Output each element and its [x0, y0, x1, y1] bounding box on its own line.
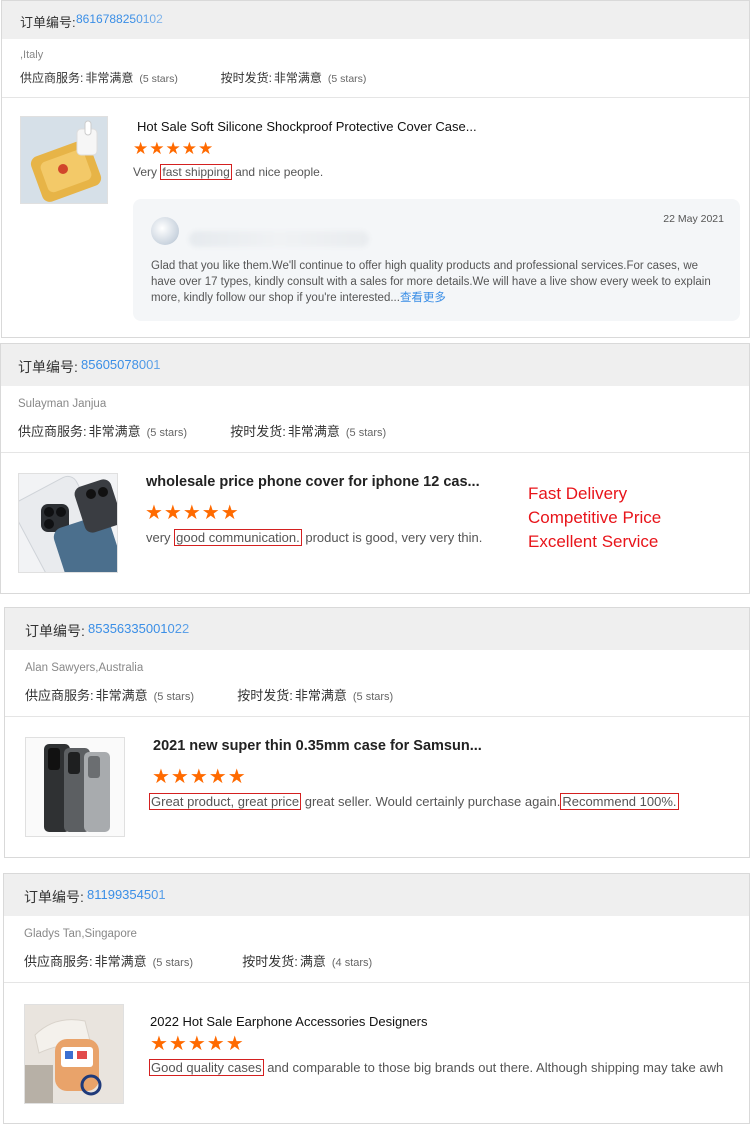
order-header: 订单编号: 8616788250102: [2, 1, 749, 39]
supplier-rating: 非常满意: [88, 424, 141, 439]
reply-text: Glad that you like them.We'll continue t…: [151, 258, 723, 306]
product-title[interactable]: 2022 Hot Sale Earphone Accessories Desig…: [150, 1014, 428, 1029]
supplier-service-label: 供应商服务:: [25, 688, 94, 703]
review-highlight: Great product, great price: [149, 793, 302, 810]
review-text: Good quality cases and comparable to tho…: [149, 1059, 724, 1076]
star-rating: ★★★★★: [150, 1033, 245, 1055]
review-card-3: 订单编号: 85356335001022 Alan Sawyers,Austra…: [4, 607, 750, 858]
review-text-part: and nice people.: [231, 165, 324, 179]
star-rating: ★★★★★: [152, 766, 247, 788]
order-label: 订单编号:: [20, 15, 76, 30]
product-thumbnail[interactable]: [24, 1004, 124, 1104]
buyer-name: ,Italy: [20, 49, 44, 61]
review-text-part: great seller. Would certainly purchase a…: [301, 794, 561, 809]
promo-line-3: Excellent Service: [528, 532, 659, 551]
on-time-label: 按时发货:: [242, 954, 298, 969]
product-thumbnail[interactable]: [20, 116, 108, 204]
product-title[interactable]: 2021 new super thin 0.35mm case for Sams…: [153, 738, 482, 754]
promo-line-2: Competitive Price: [528, 508, 662, 527]
supplier-rating: 非常满意: [94, 954, 147, 969]
review-card-1: 订单编号: 8616788250102 ,Italy 供应商服务: 非常满意 (5 …: [1, 0, 750, 338]
supplier-stars: (5 stars): [146, 427, 187, 439]
review-text-part: product is good, very very thin.: [301, 530, 483, 545]
shipping-stars: (5 stars): [327, 73, 367, 85]
seller-avatar: [151, 217, 179, 245]
shipping-rating: 非常满意: [287, 424, 340, 439]
star-rating: ★★★★★: [145, 502, 240, 524]
airpods-case-image: [21, 117, 107, 203]
review-text-part: Very: [133, 165, 161, 179]
shipping-rating: 非常满意: [273, 71, 322, 85]
supplier-stars: (5 stars): [139, 73, 178, 85]
order-label: 订单编号:: [24, 889, 84, 905]
product-thumbnail[interactable]: [18, 473, 118, 573]
seller-ratings: 供应商服务: 非常满意 (5 stars) 按时发货: 非常满意 (5 stars): [20, 69, 366, 86]
on-time-label: 按时发货:: [230, 424, 286, 439]
order-number-blur: [165, 608, 265, 650]
product-thumbnail[interactable]: [25, 737, 125, 837]
order-header: 订单编号: 81199354501: [4, 874, 749, 916]
shipping-rating: 满意: [299, 954, 326, 969]
shipping-stars: (5 stars): [345, 427, 387, 439]
order-label: 订单编号:: [18, 359, 78, 375]
review-text: Very fast shipping and nice people.: [133, 164, 324, 180]
reply-date: 22 May 2021: [663, 213, 724, 225]
supplier-service-label: 供应商服务:: [20, 71, 84, 85]
review-card-2: 订单编号: 85605078001 Sulayman Janjua 供应商服务:…: [0, 343, 750, 594]
seller-ratings: 供应商服务: 非常满意 (5 stars) 按时发货: 满意 (4 stars): [24, 951, 372, 970]
shipping-stars: (4 stars): [331, 957, 373, 969]
supplier-service-label: 供应商服务:: [18, 424, 87, 439]
order-number-blur: [132, 1, 202, 39]
promo-line-1: Fast Delivery: [528, 484, 628, 503]
review-card-4: 订单编号: 81199354501 Gladys Tan,Singapore 供…: [3, 873, 750, 1124]
divider: [2, 97, 749, 98]
phone-case-image: [19, 474, 117, 572]
divider: [1, 452, 749, 453]
shipping-stars: (5 stars): [352, 691, 394, 703]
product-title[interactable]: wholesale price phone cover for iphone 1…: [146, 474, 480, 490]
see-more-link[interactable]: 查看更多: [400, 292, 446, 304]
order-number-blur: [144, 874, 244, 916]
samsung-case-image: [26, 738, 124, 836]
seller-ratings: 供应商服务: 非常满意 (5 stars) 按时发货: 非常满意 (5 stars): [18, 421, 386, 440]
earphone-case-image: [25, 1005, 123, 1103]
seller-reply: 22 May 2021 Glad that you like them.We'l…: [133, 199, 740, 321]
promo-text: Fast Delivery Competitive Price Excellen…: [528, 482, 661, 554]
buyer-name: Alan Sawyers,Australia: [25, 662, 144, 674]
order-header: 订单编号: 85605078001: [1, 344, 749, 386]
buyer-name: Sulayman Janjua: [18, 398, 107, 410]
supplier-rating: 非常满意: [95, 688, 148, 703]
supplier-service-label: 供应商服务:: [24, 954, 93, 969]
supplier-stars: (5 stars): [153, 691, 194, 703]
on-time-label: 按时发货:: [220, 71, 272, 85]
review-text-part: very: [146, 530, 175, 545]
review-text: Great product, great price great seller.…: [149, 793, 679, 810]
review-highlight: fast shipping: [160, 164, 232, 180]
review-highlight: good communication.: [174, 529, 302, 546]
order-header: 订单编号: 85356335001022: [5, 608, 749, 650]
supplier-rating: 非常满意: [85, 71, 134, 85]
buyer-name: Gladys Tan,Singapore: [24, 928, 137, 940]
supplier-stars: (5 stars): [152, 957, 193, 969]
review-highlight-2: Recommend 100%.: [560, 793, 679, 810]
review-text: very good communication. product is good…: [146, 529, 483, 546]
review-highlight: Good quality cases: [149, 1059, 264, 1076]
seller-name-blurred: [189, 231, 369, 247]
divider: [5, 716, 749, 717]
divider: [4, 982, 749, 983]
order-number-blur: [131, 344, 241, 386]
order-label: 订单编号:: [25, 623, 85, 639]
shipping-rating: 非常满意: [294, 688, 347, 703]
product-title[interactable]: Hot Sale Soft Silicone Shockproof Protec…: [137, 119, 477, 134]
on-time-label: 按时发货:: [237, 688, 293, 703]
seller-ratings: 供应商服务: 非常满意 (5 stars) 按时发货: 非常满意 (5 stars): [25, 685, 393, 704]
star-rating: ★★★★★: [133, 139, 215, 158]
review-text-part: and comparable to those big brands out t…: [263, 1060, 724, 1075]
